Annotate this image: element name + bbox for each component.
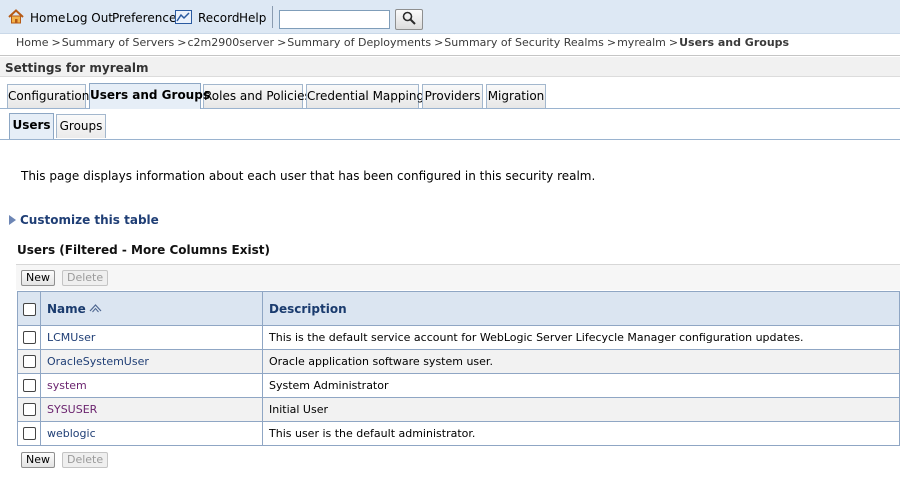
breadcrumb-current: Users and Groups	[679, 36, 790, 49]
record-link[interactable]: Record	[198, 11, 239, 25]
user-name-link[interactable]: system	[47, 379, 87, 392]
breadcrumb-separator: >	[177, 36, 187, 49]
home-icon[interactable]	[8, 9, 24, 27]
table-row: system System Administrator	[17, 373, 900, 398]
expand-triangle-icon	[9, 215, 16, 225]
user-name-cell: OracleSystemUser	[40, 349, 263, 374]
user-description-cell: This user is the default administrator.	[262, 421, 900, 446]
user-description-cell: Oracle application software system user.	[262, 349, 900, 374]
table-title: Users (Filtered - More Columns Exist)	[17, 243, 270, 257]
sort-ascending-icon[interactable]	[89, 303, 102, 316]
row-checkbox[interactable]	[23, 331, 36, 345]
breadcrumb-myrealm[interactable]: myrealm	[617, 36, 666, 49]
search-button[interactable]	[395, 9, 423, 30]
row-checkbox[interactable]	[23, 379, 36, 393]
table-button-bar-bottom: New Delete	[16, 447, 900, 473]
table-button-bar-top: New Delete	[16, 264, 900, 290]
subtabs-underline	[0, 139, 900, 140]
breadcrumb-separator: >	[606, 36, 617, 49]
customize-table-toggle[interactable]: Customize this table	[9, 213, 159, 227]
table-header-row: Name Description	[17, 291, 900, 326]
table-row: SYSUSER Initial User	[17, 397, 900, 422]
breadcrumb-home[interactable]: Home	[16, 36, 48, 49]
user-name-cell: SYSUSER	[40, 397, 263, 422]
table-row: OracleSystemUser Oracle application soft…	[17, 349, 900, 374]
page-title: Settings for myrealm	[5, 61, 149, 75]
row-select-cell	[17, 325, 41, 350]
column-name-label: Name	[47, 301, 86, 316]
divider	[0, 55, 900, 56]
preferences-link[interactable]: Preferences	[112, 11, 183, 25]
row-select-cell	[17, 397, 41, 422]
new-button[interactable]: New	[21, 270, 55, 286]
breadcrumb-summary-servers[interactable]: Summary of Servers	[62, 36, 175, 49]
tab-credential-mappings[interactable]: Credential Mappings	[306, 84, 430, 108]
delete-button[interactable]: Delete	[62, 270, 109, 286]
breadcrumb-separator: >	[277, 36, 287, 49]
tab-providers[interactable]: Providers	[422, 84, 483, 108]
user-description-cell: System Administrator	[262, 373, 900, 398]
user-description-cell: This is the default service account for …	[262, 325, 900, 350]
page-description: This page displays information about eac…	[21, 169, 596, 183]
users-table: Name Description LCMUser This is the def…	[17, 291, 900, 446]
row-select-cell	[17, 349, 41, 374]
subtabs-area	[0, 109, 900, 139]
select-all-checkbox[interactable]	[23, 302, 36, 316]
row-checkbox[interactable]	[23, 355, 36, 369]
breadcrumb-server[interactable]: c2m2900server	[187, 36, 274, 49]
delete-button[interactable]: Delete	[62, 452, 109, 468]
user-name-cell: system	[40, 373, 263, 398]
settings-header: Settings for myrealm	[0, 57, 900, 77]
breadcrumb-summary-deployments[interactable]: Summary of Deployments	[287, 36, 431, 49]
breadcrumb: Home >Summary of Servers >c2m2900server >Su…	[16, 36, 789, 49]
column-header-description[interactable]: Description	[262, 291, 900, 326]
search-input[interactable]	[279, 10, 390, 29]
new-button[interactable]: New	[21, 452, 55, 468]
global-toolbar: Home Log Out Preferences Record Help	[0, 0, 900, 34]
home-link[interactable]: Home	[30, 11, 65, 25]
toolbar-divider	[272, 6, 273, 28]
record-icon[interactable]	[175, 10, 192, 27]
breadcrumb-separator: >	[668, 36, 679, 49]
tab-users-and-groups[interactable]: Users and Groups	[89, 83, 210, 109]
logout-link[interactable]: Log Out	[66, 11, 113, 25]
breadcrumb-separator: >	[434, 36, 444, 49]
customize-table-label: Customize this table	[20, 213, 159, 227]
tab-configuration[interactable]: Configuration	[7, 84, 89, 108]
user-name-link[interactable]: LCMUser	[47, 331, 95, 344]
column-header-name[interactable]: Name	[40, 291, 263, 326]
select-all-cell	[17, 291, 41, 326]
subtab-groups[interactable]: Groups	[56, 114, 106, 138]
row-checkbox[interactable]	[23, 427, 36, 441]
tab-roles-and-policies[interactable]: Roles and Policies	[203, 84, 311, 108]
user-name-link[interactable]: OracleSystemUser	[47, 355, 149, 368]
table-row: LCMUser This is the default service acco…	[17, 325, 900, 350]
user-description-cell: Initial User	[262, 397, 900, 422]
table-row: weblogic This user is the default admini…	[17, 421, 900, 446]
column-description-label: Description	[269, 301, 347, 316]
subtab-users[interactable]: Users	[9, 113, 54, 139]
search-icon	[402, 11, 416, 25]
tab-migration[interactable]: Migration	[486, 84, 546, 108]
row-select-cell	[17, 421, 41, 446]
row-checkbox[interactable]	[23, 403, 36, 417]
user-name-link[interactable]: weblogic	[47, 427, 96, 440]
breadcrumb-summary-realms[interactable]: Summary of Security Realms	[444, 36, 604, 49]
user-name-link[interactable]: SYSUSER	[47, 403, 97, 416]
row-select-cell	[17, 373, 41, 398]
breadcrumb-separator: >	[51, 36, 61, 49]
user-name-cell: weblogic	[40, 421, 263, 446]
help-link[interactable]: Help	[239, 11, 266, 25]
user-name-cell: LCMUser	[40, 325, 263, 350]
